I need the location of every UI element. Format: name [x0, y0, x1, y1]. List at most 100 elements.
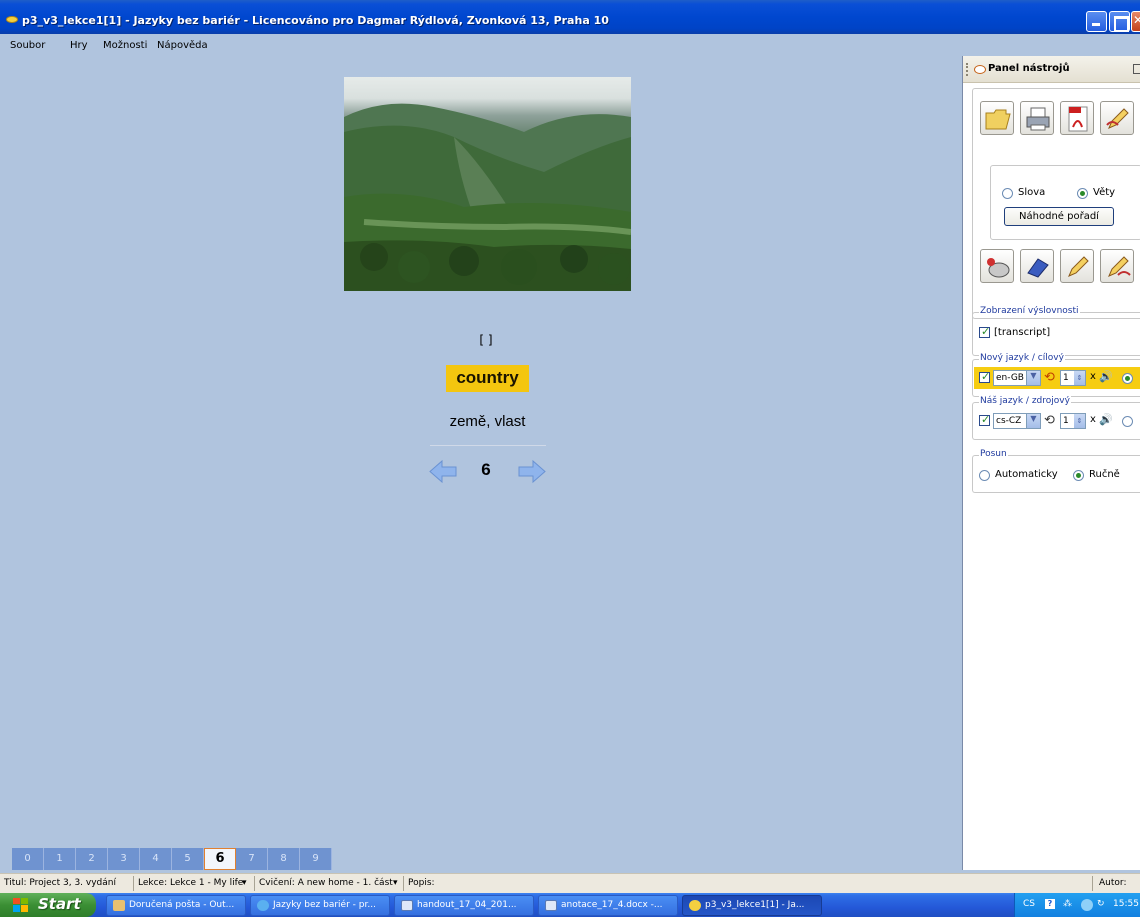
chevron-down-icon: ▼ — [1026, 371, 1040, 385]
status-author: Autor: — [1099, 878, 1127, 888]
windows-flag-icon — [13, 898, 28, 912]
advance-group-title: Posun — [979, 449, 1008, 459]
lesson-dropdown-icon[interactable]: ▾ — [242, 878, 247, 888]
print-button[interactable] — [1020, 101, 1054, 135]
window-title: p3_v3_lekce1[1] - Jazyky bez bariér - Li… — [22, 14, 609, 27]
app-icon — [689, 900, 701, 911]
stepper-icon: ⇕ — [1074, 414, 1085, 428]
speaker-icon[interactable]: 🔊 — [1099, 370, 1113, 383]
transcript-checkbox[interactable] — [979, 325, 990, 338]
taskbar-item-handout[interactable]: handout_17_04_201... — [394, 895, 534, 916]
source-language-group: Náš jazyk / zdrojový cs-CZ ▼ ⟲ 1 ⇕ x 🔊 — [972, 396, 1140, 440]
page-tab-5[interactable]: 5 — [172, 848, 204, 870]
mode-box: Slova Věty Náhodné pořadí — [990, 165, 1140, 240]
export-pdf-button[interactable] — [1060, 101, 1094, 135]
label-manual: Ručně — [1089, 469, 1120, 480]
menu-hry[interactable]: Hry — [70, 40, 88, 51]
page-tab-1[interactable]: 1 — [44, 848, 76, 870]
maximize-button[interactable] — [1109, 11, 1130, 32]
previous-arrow-icon[interactable] — [429, 459, 457, 484]
game-button-3[interactable] — [1060, 249, 1094, 283]
taskbar-item-browser[interactable]: Jazyky bez bariér - pr... — [250, 895, 390, 916]
taskbar-item-anotace[interactable]: anotace_17_4.docx -... — [538, 895, 678, 916]
landscape-image — [344, 103, 631, 291]
pencil-icon — [1106, 108, 1129, 129]
exercise-dropdown-icon[interactable]: ▾ — [393, 878, 398, 888]
minimize-button[interactable] — [1086, 11, 1107, 32]
edit-button[interactable] — [1100, 101, 1134, 135]
target-active-radio[interactable] — [1122, 373, 1133, 384]
card-number: 6 — [481, 460, 491, 479]
taskbar-item-lekce[interactable]: p3_v3_lekce1[1] - Ja... — [682, 895, 822, 916]
panel-header: Panel nástrojů — [963, 56, 1140, 83]
random-order-button[interactable]: Náhodné pořadí — [1004, 207, 1114, 226]
pronunciation-group: Zobrazení výslovnosti [transcript] — [972, 306, 1140, 356]
page-tab-9[interactable]: 9 — [300, 848, 332, 870]
source-checkbox[interactable] — [979, 413, 990, 426]
next-arrow-icon[interactable] — [518, 459, 546, 484]
radio-sentences[interactable] — [1077, 188, 1088, 199]
menu-soubor[interactable]: Soubor — [10, 40, 45, 51]
tray-language[interactable]: CS — [1023, 899, 1035, 909]
write-icon — [1068, 256, 1089, 277]
stepper-icon: ⇕ — [1074, 371, 1085, 385]
card-image — [344, 77, 631, 291]
target-checkbox[interactable] — [979, 370, 990, 383]
page-tab-7[interactable]: 7 — [236, 848, 268, 870]
radio-automatic[interactable] — [979, 470, 990, 481]
radio-words[interactable] — [1002, 188, 1013, 199]
page-tab-6[interactable]: 6 — [204, 848, 236, 870]
status-exercise[interactable]: Cvičení: A new home - 1. část — [259, 878, 393, 888]
transcript-label: [transcript] — [994, 327, 1051, 338]
repeat-icon: ⟲ — [1044, 370, 1055, 385]
open-folder-button[interactable] — [980, 101, 1014, 135]
status-lesson[interactable]: Lekce: Lekce 1 - My life — [138, 878, 243, 888]
card-transcript: [ ] — [479, 333, 493, 347]
mail-icon — [113, 900, 125, 911]
start-button[interactable]: Start — [0, 893, 96, 917]
source-active-radio[interactable] — [1122, 416, 1133, 427]
system-tray: CS ? ⁂ ↻ 15:55 — [1014, 893, 1140, 917]
target-repeat-stepper[interactable]: 1 ⇕ — [1060, 370, 1086, 386]
game-button-4[interactable] — [1100, 249, 1134, 283]
game-button-2[interactable] — [1020, 249, 1054, 283]
status-bar: Titul: Project 3, 3. vydání Lekce: Lekce… — [0, 873, 1140, 893]
help-icon[interactable]: ? — [1045, 899, 1055, 909]
browser-icon — [257, 900, 269, 911]
source-language-select[interactable]: cs-CZ ▼ — [993, 413, 1041, 429]
page-tab-0[interactable]: 0 — [12, 848, 44, 870]
taskbar-item-outlook[interactable]: Doručená pošta - Out... — [106, 895, 246, 916]
pdf-icon — [1068, 106, 1088, 132]
panel-icon — [974, 65, 986, 74]
radio-manual[interactable] — [1073, 470, 1084, 481]
sync-icon[interactable]: ↻ — [1097, 899, 1105, 909]
chevron-down-icon: ▼ — [1026, 414, 1040, 428]
pronunciation-group-title: Zobrazení výslovnosti — [979, 306, 1080, 316]
card-word: country — [456, 368, 519, 387]
menu-bar: Soubor Hry Možnosti Nápověda — [0, 34, 1140, 56]
volume-icon[interactable] — [1081, 899, 1093, 911]
folder-icon — [985, 109, 1011, 130]
network-icon[interactable]: ⁂ — [1063, 899, 1072, 909]
taskbar: Start Doručená pošta - Out... Jazyky bez… — [0, 893, 1140, 917]
panel-title: Panel nástrojů — [988, 63, 1070, 74]
source-repeat-stepper[interactable]: 1 ⇕ — [1060, 413, 1086, 429]
mouse-icon — [987, 258, 1010, 278]
page-tab-2[interactable]: 2 — [76, 848, 108, 870]
speaker-icon[interactable]: 🔊 — [1099, 413, 1113, 426]
card-translation: země, vlast — [449, 413, 526, 430]
pin-icon[interactable] — [1133, 64, 1140, 74]
times-label: x — [1090, 414, 1096, 425]
menu-napoveda[interactable]: Nápověda — [157, 40, 208, 51]
page-tab-4[interactable]: 4 — [140, 848, 172, 870]
game-button-1[interactable] — [980, 249, 1014, 283]
page-tab-3[interactable]: 3 — [108, 848, 140, 870]
drag-handle[interactable] — [966, 63, 968, 76]
times-label: x — [1090, 371, 1096, 382]
target-language-select[interactable]: en-GB ▼ — [993, 370, 1041, 386]
close-button[interactable] — [1131, 11, 1140, 32]
write-hand-icon — [1108, 256, 1131, 277]
page-tab-8[interactable]: 8 — [268, 848, 300, 870]
menu-moznosti[interactable]: Možnosti — [103, 40, 147, 51]
target-language-group: Nový jazyk / cílový en-GB ▼ ⟲ 1 ⇕ x 🔊 — [972, 353, 1140, 397]
